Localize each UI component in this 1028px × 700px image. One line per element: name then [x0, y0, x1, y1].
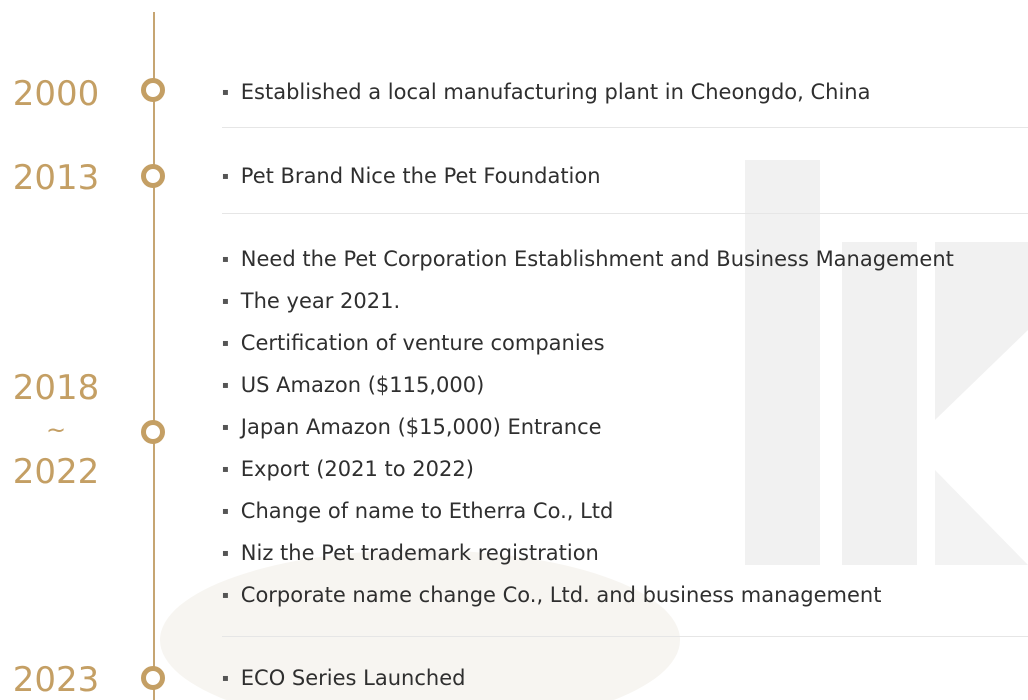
- timeline-node: [141, 420, 165, 444]
- timeline-item: ECO Series Launched: [222, 664, 466, 693]
- timeline-line: [153, 12, 155, 700]
- year-range-separator: ~: [45, 416, 67, 444]
- timeline-item: The year 2021.: [222, 287, 400, 316]
- timeline-item: Certification of venture companies: [222, 329, 605, 358]
- timeline-item: Need the Pet Corporation Establishment a…: [222, 245, 954, 274]
- timeline-item: Export (2021 to 2022): [222, 455, 474, 484]
- timeline-item: Pet Brand Nice the Pet Foundation: [222, 162, 601, 191]
- timeline-item: Japan Amazon ($15,000) Entrance: [222, 413, 602, 442]
- year-end-label: 2022: [12, 452, 100, 492]
- timeline-item: US Amazon ($115,000): [222, 371, 485, 400]
- timeline-item: Change of name to Etherra Co., Ltd: [222, 497, 614, 526]
- timeline-node: [141, 666, 165, 690]
- timeline-node: [141, 164, 165, 188]
- divider: [222, 213, 1028, 214]
- year-start-label: 2018: [12, 368, 100, 408]
- year-label: 2013: [12, 158, 100, 198]
- divider: [222, 636, 1028, 637]
- timeline-item: Corporate name change Co., Ltd. and busi…: [222, 581, 882, 610]
- year-label: 2000: [12, 74, 100, 114]
- year-label: 2023: [12, 660, 100, 700]
- timeline-item: Niz the Pet trademark registration: [222, 539, 599, 568]
- divider: [222, 127, 1028, 128]
- timeline-item: Established a local manufacturing plant …: [222, 78, 871, 107]
- timeline-node: [141, 78, 165, 102]
